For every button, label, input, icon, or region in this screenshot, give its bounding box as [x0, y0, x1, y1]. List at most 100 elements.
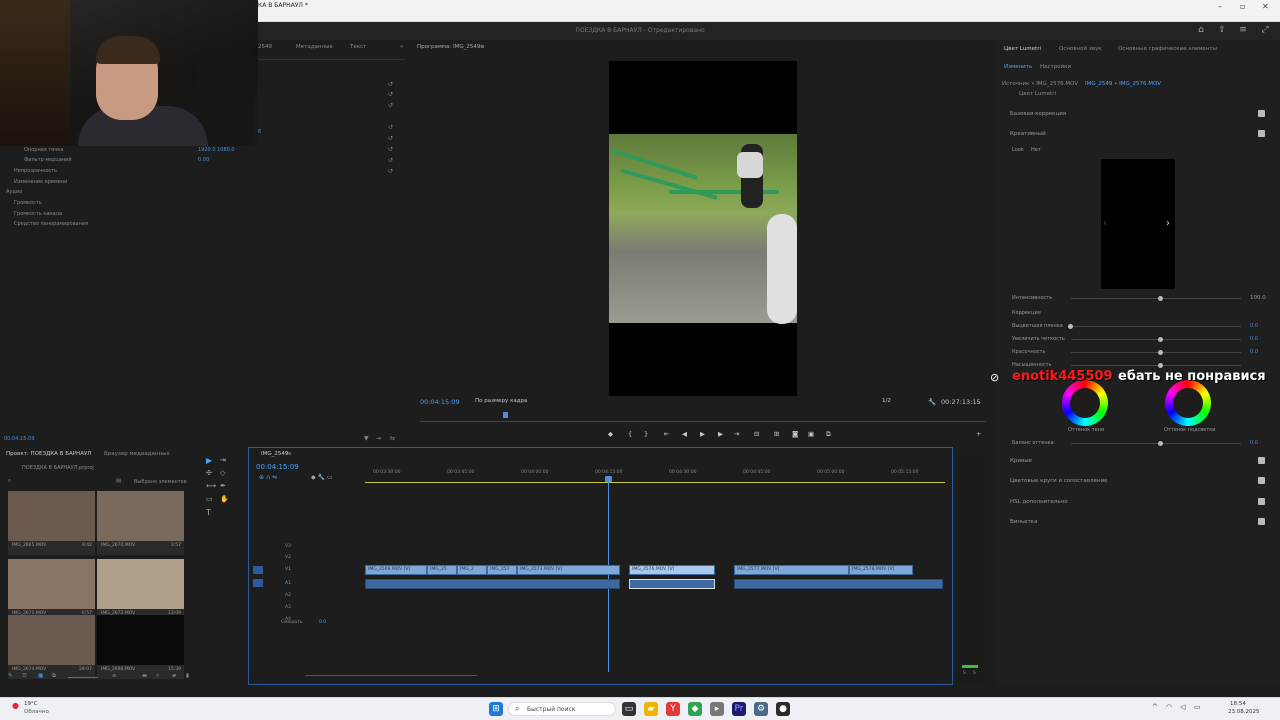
video-clip[interactable]: IMG_2578.MOV [V] [849, 565, 913, 575]
project-thumb[interactable]: IMG_2670.MOV 3:57 [97, 491, 184, 555]
video-clip[interactable]: IMG_2573.MOV [V] [517, 565, 620, 575]
weather-temp[interactable]: 19°C [24, 701, 38, 707]
faded-film-value[interactable]: 0.0 [1250, 323, 1258, 329]
channel-volume-label[interactable]: Громкость канала [14, 211, 62, 217]
track-select-icon[interactable]: ⇥ [220, 456, 226, 464]
bin-icon[interactable]: ▤ [116, 478, 121, 484]
wifi-icon[interactable]: ◠ [1166, 703, 1172, 711]
tab-project[interactable]: Проект: ПОЕЗДКА В БАРНАУЛ [6, 451, 91, 457]
saturation-slider[interactable] [1158, 363, 1163, 368]
premiere-icon[interactable]: Pr [732, 702, 746, 716]
track-v1[interactable]: V1 [285, 567, 291, 572]
source-patch-v1[interactable] [253, 566, 263, 574]
vibrance-slider[interactable] [1158, 350, 1163, 355]
video-clip[interactable]: IMG_2576.MOV [V] [629, 565, 715, 575]
settings-icon[interactable]: ⚙ [754, 702, 768, 716]
time-ruler[interactable]: 00:03:30:00 00:03:45:00 00:04:00:00 00:0… [365, 470, 945, 480]
shadow-tint-wheel[interactable] [1062, 380, 1108, 426]
intensity-value[interactable]: 100.0 [1250, 295, 1266, 301]
tab-essential-graphics[interactable]: Основные графические элементы [1118, 46, 1217, 52]
track-v3[interactable]: V3 [285, 544, 291, 549]
tab-settings[interactable]: Настройки [1040, 64, 1071, 70]
highlight-tint-wheel[interactable] [1165, 380, 1211, 426]
hsl-header[interactable]: HSL дополнительно [1010, 499, 1068, 505]
time-remap-label[interactable]: Изменение времени [14, 179, 67, 185]
workspace-icon[interactable]: ⌂ [1196, 25, 1206, 35]
track-a1[interactable]: A1 [285, 581, 291, 586]
share-icon[interactable]: ⇪ [1217, 25, 1227, 35]
tint-balance-value[interactable]: 0.0 [1250, 440, 1258, 446]
faded-film-slider[interactable] [1068, 324, 1073, 329]
clock-time[interactable]: 18:54 [1230, 701, 1246, 707]
step-back-icon[interactable]: ◀ [682, 430, 687, 438]
reset-icon[interactable]: ↺ [388, 135, 393, 142]
tab-media-browser[interactable]: Браузер медиаданных [104, 451, 170, 457]
look-select[interactable]: Нет [1031, 147, 1041, 153]
fit-select[interactable]: По размеру кадра [475, 398, 527, 404]
color-wheels-header[interactable]: Цветовые круги и сопоставление [1010, 478, 1107, 484]
tab-essential-sound[interactable]: Основной звук [1059, 46, 1102, 52]
pen-tool-icon[interactable]: ✒ [220, 482, 226, 490]
chrome-icon[interactable]: ● [776, 702, 790, 716]
curves-checkbox[interactable] [1258, 457, 1265, 464]
multi-icon[interactable]: ▣ [808, 430, 814, 438]
tab-lumetri[interactable]: Цвет Lumetri [1004, 46, 1041, 52]
project-thumb[interactable]: IMG_2671.MOV 6:57 [8, 559, 95, 623]
target-label[interactable]: IMG_2549 • IMG_2576.MOV [1085, 81, 1161, 87]
menu-icon[interactable]: ≡ [1238, 25, 1248, 35]
video-clip[interactable]: IMG_25 [427, 565, 457, 575]
fullscreen-icon[interactable]: ⤢ [1260, 25, 1270, 35]
basic-correction-header[interactable]: Базовая коррекция [1010, 111, 1066, 117]
export-icon[interactable]: ⇥ [376, 435, 381, 442]
mix-value[interactable]: 0.0 [319, 620, 326, 625]
find-icon[interactable]: ⌕ [156, 673, 159, 680]
selection-tool-icon[interactable]: ▶ [206, 456, 212, 465]
type-tool-icon[interactable]: T [206, 508, 211, 517]
scrub-bar[interactable] [420, 421, 986, 422]
add-button-icon[interactable]: + [976, 430, 981, 438]
play-icon[interactable]: ▶ [700, 430, 705, 438]
expand-icon[interactable]: » [400, 44, 403, 50]
list-view-icon[interactable]: ☰ [22, 673, 27, 679]
tab-source[interactable]: 2549 [258, 44, 272, 50]
vr-icon[interactable]: ⧉ [826, 430, 831, 439]
explorer-icon[interactable]: ▰ [644, 702, 658, 716]
minimize-button[interactable]: – [1218, 2, 1222, 11]
mark-in-icon[interactable]: { [628, 430, 632, 438]
playhead-timecode[interactable]: 00:04:15:09 [420, 398, 460, 406]
tint-balance-slider[interactable] [1158, 441, 1163, 446]
basic-correction-checkbox[interactable] [1258, 110, 1265, 117]
program-monitor-title[interactable]: Программа: IMG_2549 [417, 44, 480, 50]
hand-tool-icon[interactable]: ✋ [220, 495, 229, 503]
video-clip[interactable]: IMG_2577.MOV [V] [734, 565, 849, 575]
task-view-icon[interactable]: ▭ [622, 702, 636, 716]
solo-left[interactable]: S [963, 671, 966, 676]
start-icon[interactable]: ⊞ [489, 702, 503, 716]
search-box[interactable]: ⌕ Быстрый поиск [508, 702, 616, 716]
battery-icon[interactable]: ▭ [1194, 703, 1201, 711]
extract-icon[interactable]: ⊞ [774, 430, 779, 438]
panel-menu-icon[interactable]: ≡ [480, 44, 485, 50]
opacity-label[interactable]: Непрозрачность [14, 168, 57, 174]
audio-clip[interactable] [734, 579, 943, 589]
mark-out-icon[interactable]: } [644, 430, 648, 438]
creative-header[interactable]: Креативный [1010, 131, 1046, 137]
project-thumb[interactable]: IMG_2665.MOV 9:42 [8, 491, 95, 555]
creative-checkbox[interactable] [1258, 130, 1265, 137]
scrub-playhead[interactable] [503, 412, 508, 418]
video-clip[interactable]: IMG_2 [457, 565, 487, 575]
timeline-menu-icon[interactable]: ≡ [287, 451, 292, 457]
prev-look-icon[interactable]: ‹ [1103, 218, 1107, 229]
volume-icon[interactable]: ◁ [1180, 703, 1185, 711]
go-to-in-icon[interactable]: ⇤ [664, 430, 669, 438]
resolution-select[interactable]: 1/2 [882, 398, 891, 404]
clock-date[interactable]: 23.08.2025 [1228, 709, 1260, 715]
camera-icon[interactable]: ◙ [792, 430, 798, 438]
tab-text[interactable]: Текст [350, 44, 366, 50]
tab-metadata[interactable]: Метаданные [296, 44, 333, 50]
filter-icon[interactable]: ▼ [364, 435, 369, 442]
tab-edit[interactable]: Изменить [1004, 64, 1032, 70]
timeline-tab[interactable]: IMG_2549 [261, 451, 288, 457]
sort-icon[interactable]: ≡ [112, 673, 117, 679]
rectangle-tool-icon[interactable]: ▭ [206, 495, 213, 503]
